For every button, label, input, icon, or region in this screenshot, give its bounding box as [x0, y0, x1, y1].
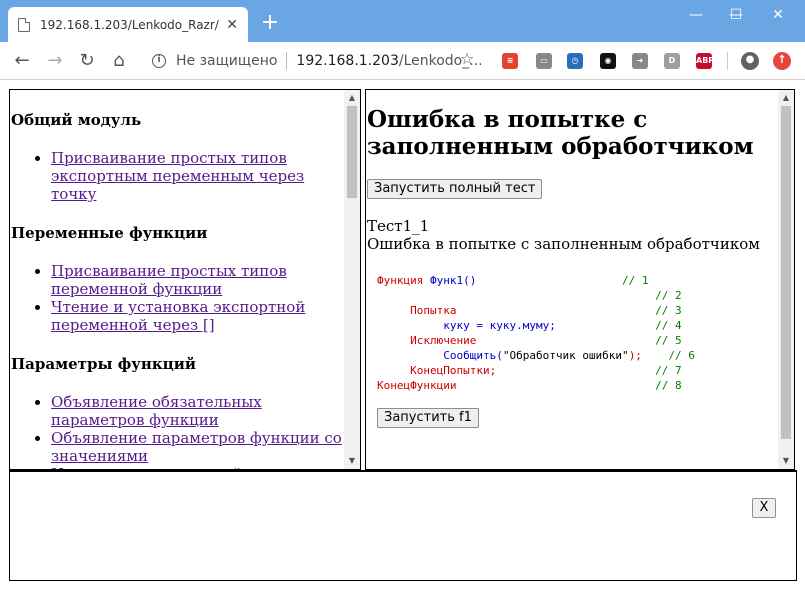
eye-icon[interactable]: ◉	[600, 53, 616, 69]
list-item: Чтение и установка экспортной переменной…	[51, 298, 346, 334]
minimize-button[interactable]: —	[676, 4, 716, 26]
section-title: Общий модуль	[11, 111, 142, 129]
back-button[interactable]: ←	[10, 49, 34, 73]
bookmark-star-icon[interactable]: ☆	[460, 49, 474, 68]
code-token: КонецФункции	[377, 379, 457, 392]
d-icon[interactable]: D	[664, 53, 680, 69]
code-comment: // 1	[622, 274, 649, 287]
code-comment: // 5	[655, 334, 682, 347]
tab-close-icon[interactable]: ✕	[226, 17, 238, 33]
test-list: Общий модуль Присваивание простых типов э…	[10, 90, 346, 469]
code-token: Функ1()	[429, 274, 477, 287]
test-link-list: Объявление обязательных параметров функц…	[11, 393, 346, 469]
code-comment: // 8	[655, 379, 682, 392]
profile-icon[interactable]: ●	[741, 52, 759, 70]
code-comment: // 4	[655, 319, 682, 332]
test-name: Тест1_1	[367, 217, 430, 235]
test-link[interactable]: Присваивание простых типов экспортным пе…	[51, 149, 304, 203]
test-link-list: Присваивание простых типов экспортным пе…	[11, 149, 346, 203]
forward-button[interactable]: →	[43, 49, 67, 73]
adblock-icon[interactable]: ABP	[696, 53, 714, 69]
run-f1-button[interactable]: Запустить f1	[377, 408, 479, 428]
reload-button[interactable]: ↻	[75, 49, 99, 73]
todoist-icon[interactable]: ≡	[502, 53, 518, 69]
code-block: Функция Функ1() // 1 // 2 Попытка // 3 к…	[377, 273, 779, 393]
output-frame: X	[9, 470, 797, 581]
code-token: Функция	[377, 274, 430, 287]
code-comment: // 3	[655, 304, 682, 317]
scroll-thumb[interactable]	[347, 106, 357, 198]
run-full-test-button[interactable]: Запустить полный тест	[367, 179, 543, 199]
clock-icon[interactable]: ◷	[567, 53, 583, 69]
section-title: Переменные функции	[11, 224, 208, 242]
code-comment: // 2	[655, 289, 682, 302]
update-icon[interactable]: ↑	[773, 52, 791, 70]
forward-icon[interactable]: ➜	[632, 53, 648, 69]
test-link[interactable]: Объявление обязательных параметров функц…	[51, 393, 262, 429]
url-host: 192.168.1.203	[296, 53, 399, 69]
scroll-down-arrow-icon[interactable]: ▼	[344, 453, 360, 469]
scroll-up-arrow-icon[interactable]: ▲	[778, 90, 794, 106]
code-token: );	[628, 349, 642, 362]
new-tab-button[interactable]: +	[258, 12, 282, 36]
code-token: КонецПопытки;	[410, 364, 497, 377]
left-scrollbar[interactable]: ▲ ▼	[344, 90, 360, 469]
list-item: Объявление обязательных параметров функц…	[51, 393, 346, 429]
navigation-frame: Общий модуль Присваивание простых типов э…	[9, 89, 361, 470]
scroll-thumb[interactable]	[781, 106, 791, 439]
scroll-down-arrow-icon[interactable]: ▼	[778, 453, 794, 469]
browser-toolbar: ← → ↻ ⌂ i Не защищено 192.168.1.203/Lenk…	[0, 42, 805, 80]
scroll-up-arrow-icon[interactable]: ▲	[344, 90, 360, 106]
section-title: Параметры функций	[11, 355, 196, 373]
minimize-glyph: —	[689, 7, 703, 23]
test-link[interactable]: Объявление параметров функции со значени…	[51, 429, 342, 465]
browser-tab[interactable]: 192.168.1.203/Lenkodo_Razr/hs/ ✕	[8, 7, 248, 42]
close-window-button[interactable]: ✕	[758, 4, 798, 26]
code-token: Исключение	[410, 334, 477, 347]
test-description: Ошибка в попытке с заполненным обработчи…	[367, 235, 760, 253]
info-icon[interactable]: i	[152, 54, 166, 68]
test-frame: Ошибка в попытке с заполненным обработчи…	[365, 89, 795, 470]
reader-icon[interactable]: ▭	[536, 53, 552, 69]
toolbar-divider	[727, 52, 728, 70]
close-icon: ✕	[772, 7, 784, 23]
test-link-list: Присваивание простых типов переменной фу…	[11, 262, 346, 334]
right-scrollbar[interactable]: ▲ ▼	[778, 90, 794, 469]
code-token: Сообщить(	[443, 349, 503, 362]
close-output-button[interactable]: X	[752, 498, 776, 518]
code-comment: // 6	[668, 349, 695, 362]
list-item: Присваивание простых типов экспортным пе…	[51, 149, 346, 203]
code-token: куку = куку.муму;	[443, 319, 556, 332]
address-bar[interactable]: i Не защищено 192.168.1.203/Lenkodo_...	[143, 48, 488, 74]
list-item: Присваивание простых типов переменной фу…	[51, 262, 346, 298]
code-comment: // 7	[655, 364, 682, 377]
url-divider	[286, 52, 288, 70]
maximize-button[interactable]: ☐	[716, 4, 756, 26]
test-link[interactable]: Чтение и установка экспортной переменной…	[51, 298, 305, 334]
security-label: Не защищено	[176, 53, 278, 69]
maximize-icon: ☐	[729, 7, 743, 23]
list-item: Объявление параметров функции со значени…	[51, 429, 346, 465]
page-title: Ошибка в попытке с заполненным обработчи…	[367, 106, 754, 160]
code-string: "Обработчик ошибки"	[502, 349, 629, 362]
tab-title: 192.168.1.203/Lenkodo_Razr/hs/	[40, 17, 221, 32]
page-icon	[18, 17, 30, 32]
code-token: Попытка	[410, 304, 457, 317]
test-link[interactable]: Присваивание простых типов переменной фу…	[51, 262, 287, 298]
home-button[interactable]: ⌂	[107, 49, 131, 73]
test-content: Ошибка в попытке с заполненным обработчи…	[367, 90, 779, 428]
